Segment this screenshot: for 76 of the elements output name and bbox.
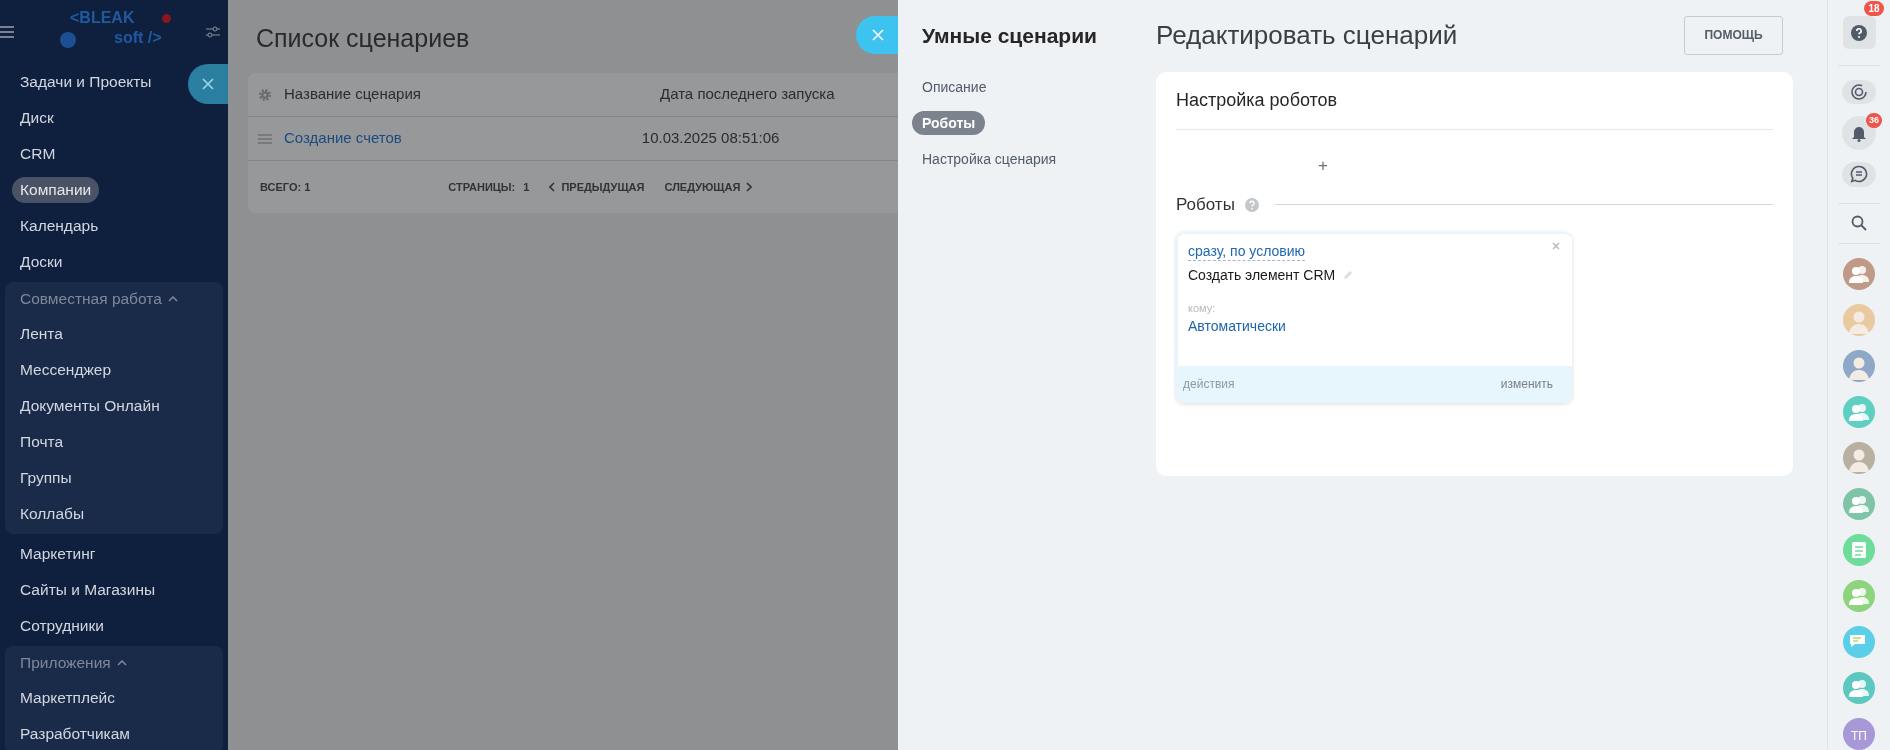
- robot-name: Создать элемент CRM: [1188, 265, 1336, 285]
- condition-link[interactable]: сразу, по условию: [1188, 241, 1306, 261]
- menu-item[interactable]: Лента: [20, 322, 63, 346]
- chat-button[interactable]: [1842, 162, 1876, 187]
- total-count: 1: [304, 179, 311, 195]
- counter-badge: 18: [1864, 1, 1884, 16]
- bell-icon: [1851, 124, 1867, 142]
- panel-title: Умные сценарии: [922, 23, 1097, 49]
- page-title: Редактировать сценарий: [1156, 18, 1458, 52]
- menu-item[interactable]: Диск: [20, 106, 54, 130]
- total-label: ВСЕГО:: [260, 179, 302, 195]
- news-avatar[interactable]: [1843, 534, 1875, 566]
- help-icon: [1851, 24, 1867, 41]
- group-header[interactable]: Приложения: [20, 651, 127, 675]
- group-avatar[interactable]: [1843, 672, 1875, 704]
- menu-item[interactable]: Доски: [20, 250, 63, 274]
- chat-icon: [1850, 165, 1868, 184]
- chevron-right-icon: [746, 182, 753, 192]
- settings-icon[interactable]: [206, 26, 220, 38]
- menu-item[interactable]: Маркетинг: [20, 542, 96, 566]
- menu-item[interactable]: Компании: [12, 177, 100, 203]
- user-avatar[interactable]: [1843, 350, 1875, 382]
- card-title: Настройка роботов: [1176, 89, 1338, 112]
- next-link[interactable]: СЛЕДУЮЩАЯ: [664, 178, 753, 196]
- section-title: Роботы: [1176, 194, 1235, 216]
- menu-item[interactable]: Сайты и Магазины: [20, 578, 156, 602]
- menu-item[interactable]: CRM: [20, 142, 56, 166]
- help-icon[interactable]: [1244, 197, 1259, 212]
- search-icon: [1851, 215, 1867, 232]
- logo-text: soft />: [114, 28, 162, 48]
- assignee-link[interactable]: Автоматически: [1188, 316, 1286, 337]
- menu-item[interactable]: Мессенджер: [20, 358, 112, 382]
- user-avatar[interactable]: [1843, 442, 1875, 474]
- group-avatar[interactable]: [1843, 488, 1875, 520]
- group-avatar[interactable]: [1843, 258, 1875, 290]
- logo-text: <BLEAK: [70, 8, 135, 28]
- close-icon: [872, 29, 884, 41]
- chevron-left-icon: [549, 182, 556, 192]
- table-cell-text: 10.03.2025 08:51:06: [641, 128, 780, 149]
- group-header[interactable]: Совместная работа: [20, 287, 178, 311]
- nav-tab[interactable]: Роботы: [912, 111, 986, 135]
- page-number: 1: [523, 179, 530, 195]
- menu-item[interactable]: Коллабы: [20, 502, 85, 526]
- refresh-icon: [1850, 82, 1868, 101]
- menu-item[interactable]: Маркетплейс: [20, 686, 115, 710]
- pencil-icon[interactable]: [1343, 270, 1354, 280]
- close-icon: [202, 78, 214, 90]
- help-button[interactable]: [1842, 16, 1876, 49]
- menu-item[interactable]: Календарь: [20, 214, 99, 238]
- menu-icon[interactable]: [0, 26, 14, 38]
- menu-item[interactable]: Группы: [20, 466, 72, 490]
- menu-item[interactable]: Документы Онлайн: [20, 394, 160, 418]
- pages-label: СТРАНИЦЫ:: [448, 179, 516, 195]
- actions-label: действия: [1183, 376, 1235, 393]
- nav-tab[interactable]: Описание: [912, 75, 997, 99]
- column-header: Дата последнего запуска: [660, 84, 835, 105]
- page-title: Список сценариев: [256, 23, 470, 54]
- menu-item[interactable]: Задачи и Проекты: [20, 70, 152, 94]
- help-button[interactable]: ПОМОЩЬ: [1684, 15, 1783, 55]
- menu-item[interactable]: Сотрудники: [20, 614, 104, 638]
- group-avatar[interactable]: [1843, 396, 1875, 428]
- column-header: Название сценария: [284, 84, 422, 105]
- gear-icon[interactable]: [258, 87, 272, 102]
- activity-button[interactable]: [1842, 79, 1876, 105]
- field-label: кому:: [1188, 300, 1216, 316]
- menu-item[interactable]: Разработчикам: [20, 722, 130, 746]
- close-icon[interactable]: [1552, 241, 1560, 250]
- close-button[interactable]: [188, 64, 228, 104]
- chat-avatar[interactable]: [1843, 626, 1875, 658]
- previous-link[interactable]: ПРЕДЫДУЩАЯ: [549, 178, 645, 196]
- group-avatar[interactable]: [1843, 580, 1875, 612]
- nav-tab[interactable]: Настройка сценария: [912, 147, 1067, 171]
- add-button[interactable]: +: [1316, 156, 1330, 176]
- edit-link[interactable]: изменить: [1500, 375, 1553, 393]
- user-avatar[interactable]: [1843, 304, 1875, 336]
- menu-item[interactable]: Почта: [20, 430, 64, 454]
